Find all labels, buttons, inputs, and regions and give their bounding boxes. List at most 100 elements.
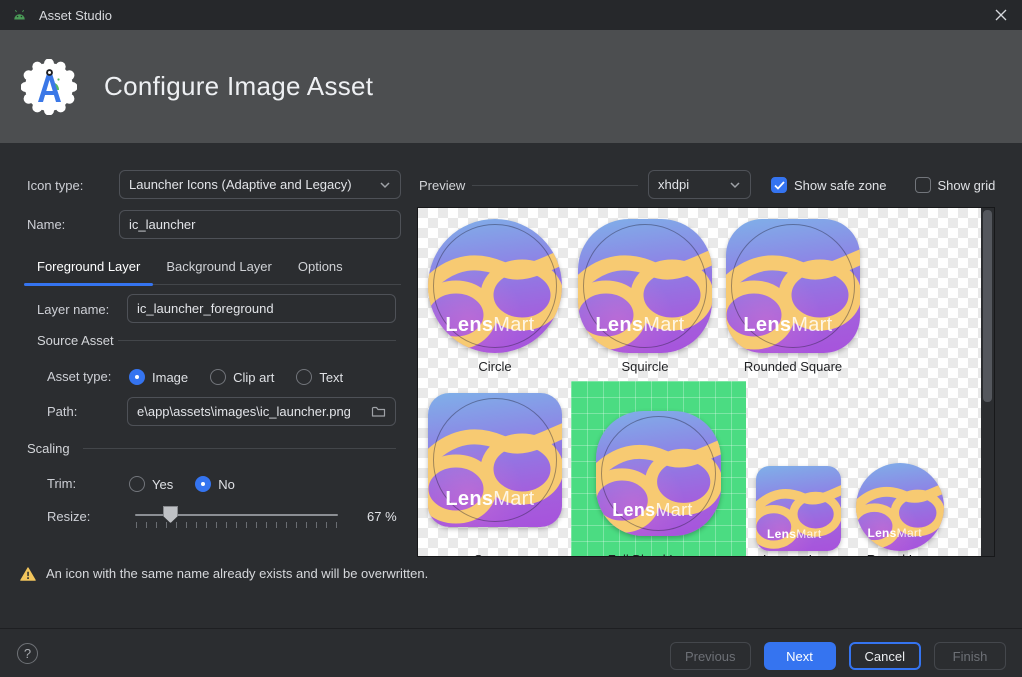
icon-type-label: Icon type:: [27, 178, 83, 194]
tab-options[interactable]: Options: [285, 253, 356, 286]
tile-label-squircle: Squircle: [622, 359, 669, 374]
radio-option-text[interactable]: Text: [296, 369, 343, 385]
radio-text[interactable]: [296, 369, 312, 385]
radio-trim-no-label: No: [218, 477, 235, 492]
next-button[interactable]: Next: [764, 642, 836, 670]
finish-button[interactable]: Finish: [934, 642, 1006, 670]
preview-scrollbar-thumb[interactable]: [983, 210, 992, 402]
preview-icon-full-bleed: LensMart: [596, 411, 721, 536]
radio-option-image[interactable]: Image: [129, 369, 188, 385]
chevron-down-icon: [379, 181, 391, 189]
density-dropdown[interactable]: xhdpi: [648, 170, 751, 199]
tile-label-square: Square: [474, 552, 516, 557]
radio-option-trim-no[interactable]: No: [195, 476, 235, 492]
name-value: ic_launcher: [129, 217, 196, 232]
asset-type-label: Asset type:: [47, 369, 111, 385]
path-value: e\app\assets\images\ic_launcher.png: [137, 404, 351, 419]
radio-image-label: Image: [152, 370, 188, 385]
scaling-section-title: Scaling: [27, 441, 70, 456]
show-safe-zone-label: Show safe zone: [794, 178, 887, 193]
preview-icon-square: LensMart: [428, 393, 562, 527]
radio-trim-yes[interactable]: [129, 476, 145, 492]
layer-tabs: Foreground Layer Background Layer Option…: [24, 253, 356, 286]
help-button[interactable]: ?: [17, 643, 38, 664]
radio-image[interactable]: [129, 369, 145, 385]
brand-text: LensMart: [867, 526, 921, 540]
preview-toggles: Show safe zone Show grid: [771, 177, 1009, 193]
tile-label-circle: Circle: [478, 359, 511, 374]
cancel-button[interactable]: Cancel: [849, 642, 921, 670]
warning-text: An icon with the same name already exist…: [46, 566, 428, 581]
preview-icon-squircle: LensMart: [578, 219, 712, 353]
layer-name-label: Layer name:: [37, 302, 109, 318]
tile-label-rounded-square: Rounded Square: [744, 359, 842, 374]
window-title: Asset Studio: [39, 8, 112, 23]
icon-type-value: Launcher Icons (Adaptive and Legacy): [129, 177, 352, 192]
close-button[interactable]: [988, 3, 1014, 27]
android-icon: [12, 9, 27, 21]
previous-button[interactable]: Previous: [670, 642, 751, 670]
footer-buttons: Previous Next Cancel Finish: [670, 642, 1006, 670]
layer-name-input[interactable]: ic_launcher_foreground: [127, 294, 396, 323]
icon-type-dropdown[interactable]: Launcher Icons (Adaptive and Legacy): [119, 170, 401, 199]
resize-label: Resize:: [47, 509, 90, 525]
check-icon: [774, 181, 785, 190]
radio-clip-art[interactable]: [210, 369, 226, 385]
preview-scrollbar[interactable]: [981, 208, 994, 556]
show-grid-checkbox[interactable]: [915, 177, 931, 193]
dialog-body: Icon type: Launcher Icons (Adaptive and …: [0, 143, 1022, 628]
brand-text: LensMart: [767, 527, 821, 541]
preview-divider: [472, 185, 638, 186]
source-asset-divider: [118, 340, 396, 341]
show-safe-zone-option[interactable]: Show safe zone: [771, 177, 887, 193]
dialog-footer: ? Previous Next Cancel Finish: [0, 628, 1022, 677]
chevron-down-icon: [729, 181, 741, 189]
resize-value: 67 %: [367, 509, 397, 525]
radio-option-trim-yes[interactable]: Yes: [129, 476, 173, 492]
preview-icon-full-bleed-background: LensMart: [571, 381, 746, 557]
radio-trim-yes-label: Yes: [152, 477, 173, 492]
scaling-divider: [83, 448, 396, 449]
name-label: Name:: [27, 217, 65, 233]
preview-panel: LensMart LensMart LensMart Circle Squirc…: [417, 207, 995, 557]
tile-label-legacy: Legacy Icon: [763, 552, 833, 557]
path-input[interactable]: e\app\assets\images\ic_launcher.png: [127, 397, 396, 426]
tab-foreground-layer[interactable]: Foreground Layer: [24, 253, 153, 286]
name-input[interactable]: ic_launcher: [119, 210, 401, 239]
layer-name-value: ic_launcher_foreground: [137, 301, 274, 316]
folder-icon[interactable]: [371, 405, 386, 418]
preview-icon-circle: LensMart: [428, 219, 562, 353]
radio-clip-art-label: Clip art: [233, 370, 274, 385]
window-titlebar: Asset Studio: [0, 0, 1022, 30]
trim-radio-group: Yes No: [129, 476, 249, 492]
tab-background-layer[interactable]: Background Layer: [153, 253, 285, 286]
asset-type-radio-group: Image Clip art Text: [129, 369, 357, 385]
preview-icon-legacy: LensMart: [756, 466, 841, 551]
show-safe-zone-checkbox[interactable]: [771, 177, 787, 193]
android-studio-logo: [21, 59, 77, 115]
brand-text: LensMart: [612, 500, 692, 521]
radio-trim-no[interactable]: [195, 476, 211, 492]
radio-text-label: Text: [319, 370, 343, 385]
preview-icon-round: LensMart: [856, 463, 944, 551]
preview-section-title: Preview: [419, 178, 465, 194]
page-title: Configure Image Asset: [104, 71, 373, 102]
resize-slider-ticks: [136, 522, 339, 528]
close-icon: [995, 9, 1007, 21]
dialog-header: Configure Image Asset: [0, 30, 1022, 143]
trim-label: Trim:: [47, 476, 76, 492]
density-value: xhdpi: [658, 177, 689, 192]
radio-option-clip-art[interactable]: Clip art: [210, 369, 274, 385]
brand-text: LensMart: [445, 488, 534, 511]
tile-label-round: Round Icon: [867, 552, 934, 557]
brand-text: LensMart: [743, 314, 832, 337]
show-grid-option[interactable]: Show grid: [915, 177, 996, 193]
show-grid-label: Show grid: [938, 178, 996, 193]
source-asset-section-title: Source Asset: [37, 333, 114, 348]
warning-icon: [20, 567, 36, 581]
help-icon: ?: [24, 646, 31, 661]
brand-text: LensMart: [445, 314, 534, 337]
brand-text: LensMart: [595, 314, 684, 337]
preview-icon-rounded-square: LensMart: [726, 219, 860, 353]
resize-slider-thumb[interactable]: [163, 506, 178, 523]
